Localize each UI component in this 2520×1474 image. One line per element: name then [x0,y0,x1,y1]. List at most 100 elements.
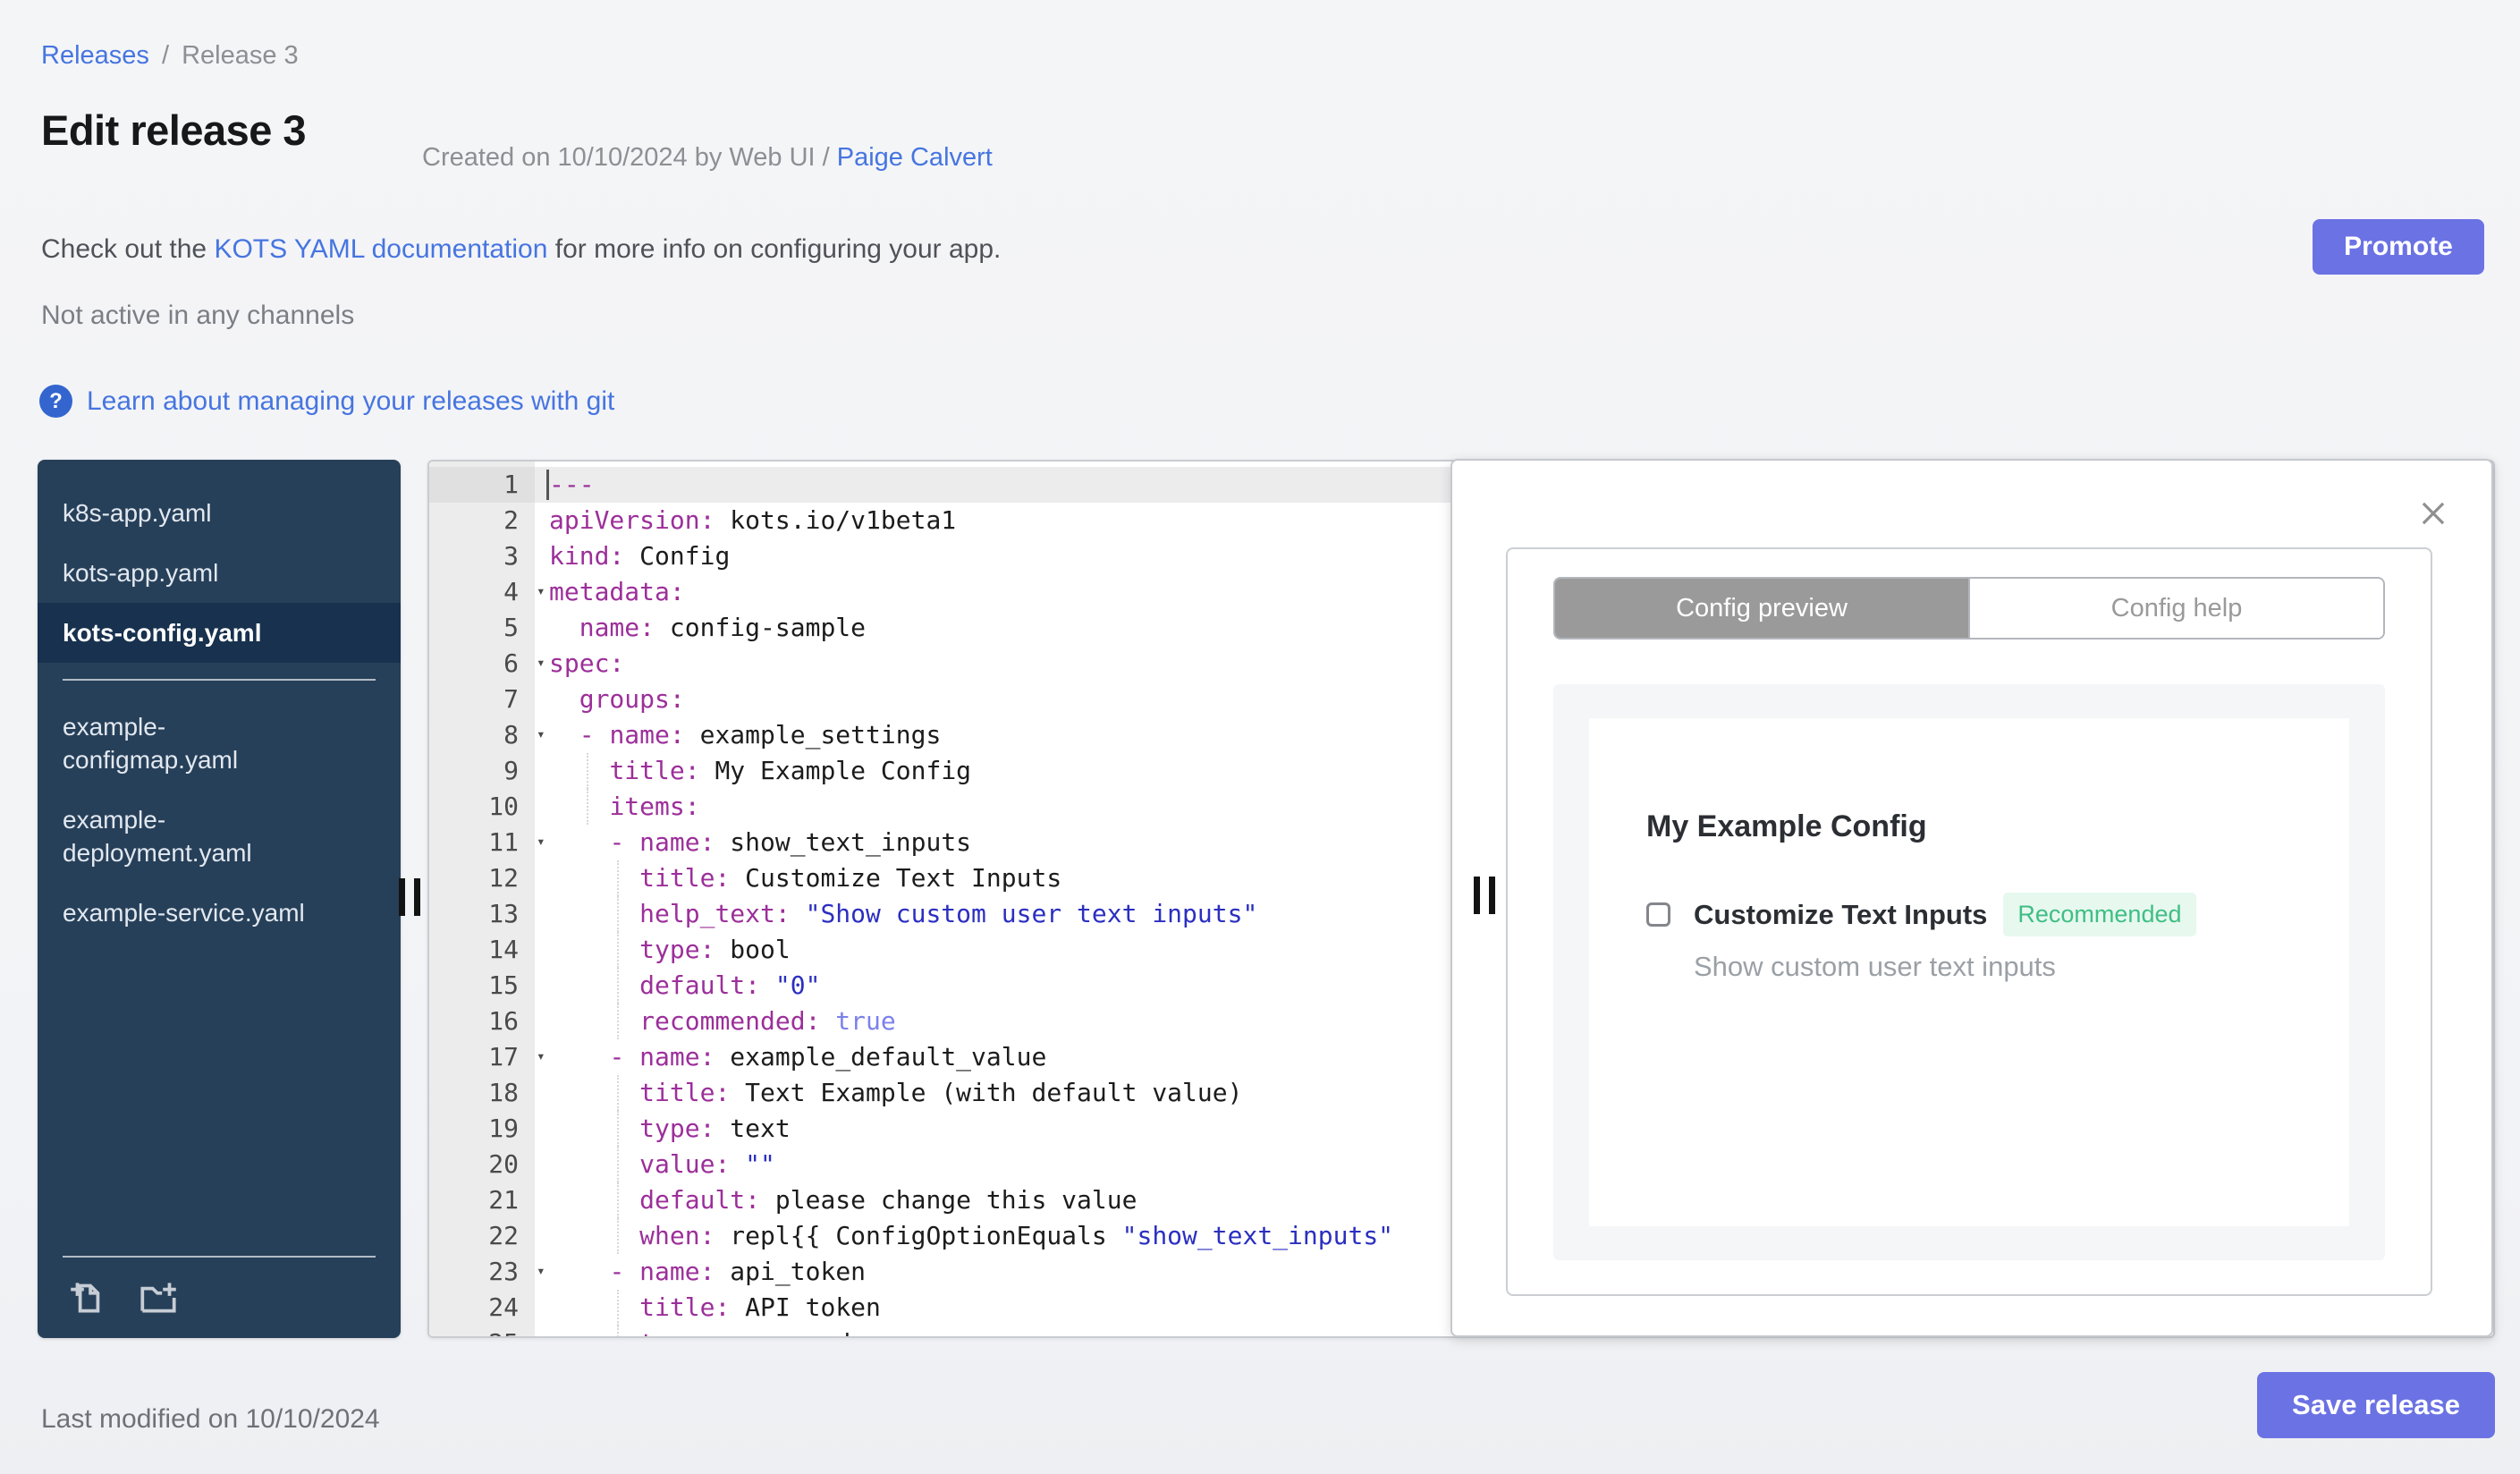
tab-config-help[interactable]: Config help [1968,579,2383,638]
config-preview-panel: Config preview Config help My Example Co… [1450,459,2493,1337]
tab-config-preview[interactable]: Config preview [1555,579,1968,638]
created-author-link[interactable]: Paige Calvert [837,143,993,172]
indent-guide [587,753,588,789]
indent-guide [617,932,619,968]
line-number: 9 [503,756,519,785]
code-text: default: "0" [639,970,821,1000]
line-number: 17 [488,1042,519,1072]
code-text: groups: [579,684,685,714]
preview-inner-panel: Config preview Config help My Example Co… [1506,547,2432,1296]
line-number: 3 [503,541,519,571]
line-number: 12 [488,863,519,893]
file-item[interactable]: kots-config.yaml [38,603,401,663]
line-number: 5 [503,613,519,642]
line-number: 2 [503,505,519,535]
code-text: type: password [549,1328,850,1336]
sidebar-resize-handle[interactable] [399,878,420,916]
file-sidebar: k8s-app.yaml kots-app.yaml kots-config.yam… [38,460,401,1338]
add-file-icon [71,1283,100,1313]
config-card: My Example Config Customize Text Inputs … [1589,718,2349,1226]
code-text: help_text: "Show custom user text inputs… [639,899,1258,928]
add-file-button[interactable] [66,1275,111,1320]
last-modified-text: Last modified on 10/10/2024 [41,1404,380,1434]
intro-before: Check out the [41,234,215,264]
line-number: 4 [503,577,519,606]
fold-arrow-icon[interactable]: ▾ [537,716,545,752]
file-item[interactable]: example-service.yaml [38,883,401,943]
code-text: title: API token [639,1292,881,1322]
code-text: type: text [639,1114,791,1143]
intro-after: for more info on configuring your app. [547,234,1002,264]
code-text: title: Customize Text Inputs [639,863,1062,893]
line-number: 7 [503,684,519,714]
code-text: default: please change this value [639,1185,1137,1215]
file-item[interactable]: kots-app.yaml [38,543,401,603]
indent-guide [617,1218,619,1254]
line-number: 21 [488,1185,519,1215]
line-number: 19 [488,1114,519,1143]
fold-arrow-icon[interactable]: ▾ [537,824,545,860]
git-releases-link[interactable]: Learn about managing your releases with … [87,386,614,417]
code-text: - name: show_text_inputs [609,827,972,857]
code-text: type: bool [639,935,791,964]
line-number: 8 [503,720,519,750]
line-number: 25 [429,1326,535,1336]
line-number: 11 [488,827,519,857]
indent-guide [617,860,619,896]
code-text: title: Text Example (with default value) [639,1078,1243,1107]
channel-status: Not active in any channels [41,301,355,330]
config-area: My Example Config Customize Text Inputs … [1553,684,2385,1260]
indent-guide [617,968,619,1004]
git-help-row: ? Learn about managing your releases wit… [39,385,614,418]
line-number: 24 [488,1292,519,1322]
kots-docs-link[interactable]: KOTS YAML documentation [214,234,547,264]
text-cursor [546,470,549,500]
option-checkbox[interactable] [1646,902,1670,927]
page-title: Edit release 3 [41,106,307,154]
indent-guide [617,1004,619,1039]
add-folder-icon [140,1283,176,1313]
indent-guide [617,896,619,932]
line-number: 10 [488,792,519,821]
add-folder-button[interactable] [136,1275,181,1320]
preview-resize-handle[interactable] [1474,877,1495,914]
option-help-text: Show custom user text inputs [1694,951,2056,982]
fold-arrow-icon[interactable]: ▾ [537,645,545,681]
code-text: items: [609,792,700,821]
code-text: when: repl{{ ConfigOptionEquals "show_te… [639,1221,1394,1250]
file-item[interactable]: example- configmap.yaml [38,697,401,790]
code-text: value: "" [639,1149,775,1179]
line-number: 14 [488,935,519,964]
line-number: 23 [488,1257,519,1286]
file-item[interactable]: example- deployment.yaml [38,790,401,883]
code-text: name: config-sample [579,613,867,642]
code-text: --- [549,470,595,499]
code-text: - name: example_settings [579,720,942,750]
config-option-row: Customize Text Inputs Recommended [1646,893,2349,936]
sidebar-divider [63,679,376,681]
indent-guide [617,1290,619,1326]
code-text: recommended: true [639,1006,896,1036]
save-release-button[interactable]: Save release [2257,1372,2495,1438]
indent-guide [617,1111,619,1147]
line-number: 15 [488,970,519,1000]
line-number: 22 [488,1221,519,1250]
breadcrumb-releases-link[interactable]: Releases [41,41,149,70]
line-number: 1 [429,467,535,503]
option-label: Customize Text Inputs [1694,898,1988,930]
promote-button[interactable]: Promote [2313,219,2484,275]
code-text: spec: [549,648,625,678]
line-number: 20 [488,1149,519,1179]
fold-arrow-icon[interactable]: ▾ [537,1038,545,1074]
file-item[interactable]: k8s-app.yaml [38,483,401,543]
line-number: 16 [488,1006,519,1036]
breadcrumb-separator: / [161,41,170,70]
preview-tabs: Config preview Config help [1553,577,2385,640]
sidebar-footer [38,1256,401,1338]
created-info: Created on 10/10/2024 by Web UI / Paige … [422,143,993,173]
close-button[interactable] [2416,496,2450,530]
fold-arrow-icon[interactable]: ▾ [537,573,545,609]
code-text: title: My Example Config [609,756,972,785]
intro-text: Check out the KOTS YAML documentation fo… [41,234,1001,265]
fold-arrow-icon[interactable]: ▾ [537,1253,545,1289]
